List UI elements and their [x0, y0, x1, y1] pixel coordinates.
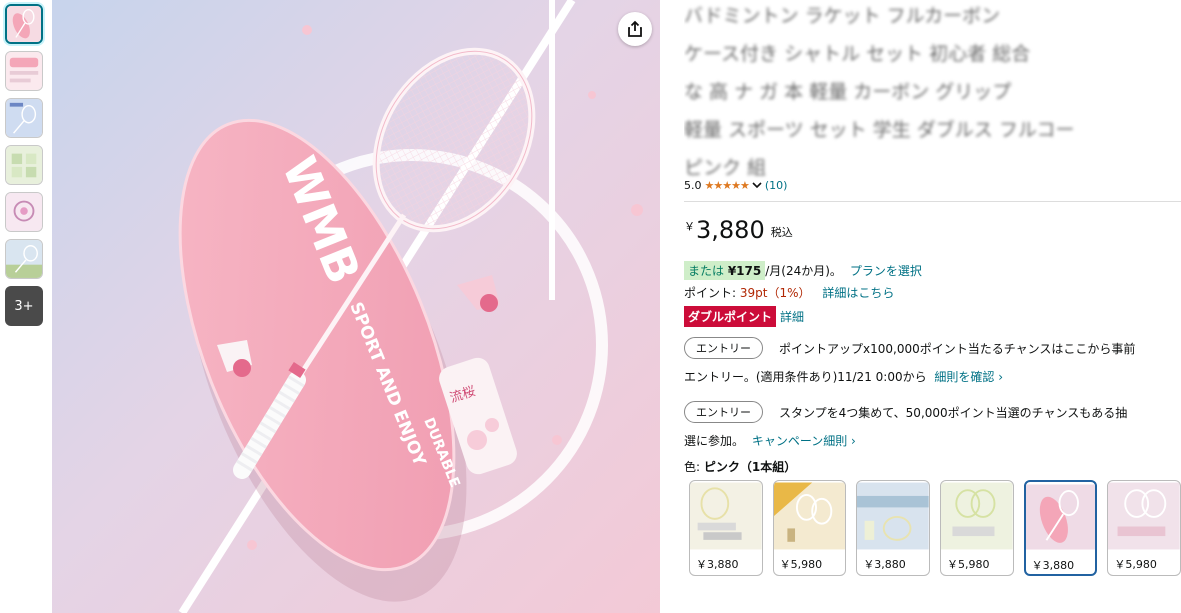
product-photo: WMB SPORT AND ENJOY DURABLE 流桜: [52, 0, 660, 613]
thumbnail-1[interactable]: [5, 4, 43, 44]
main-product-image[interactable]: WMB SPORT AND ENJOY DURABLE 流桜: [52, 0, 660, 613]
thumbnail-list: 3+: [5, 4, 45, 326]
review-count-link[interactable]: (10): [765, 179, 788, 192]
swatch-option-4[interactable]: ￥5,980: [939, 480, 1014, 576]
swatch-price-1: ￥3,880: [696, 558, 739, 571]
swatch-option-3[interactable]: ￥3,880: [856, 480, 930, 576]
title-line-1: バドミントン ラケット フルカーボン: [684, 5, 1001, 27]
swatch-price-2: ￥5,980: [779, 558, 823, 571]
price-row: ￥ 3,880 税込: [684, 216, 1181, 250]
price-amount: 3,880: [696, 216, 765, 244]
divider: [684, 201, 1181, 202]
entry-button-2[interactable]: エントリー: [684, 401, 763, 423]
thumbnail-2[interactable]: [5, 51, 43, 91]
thumbnail-3[interactable]: [5, 98, 43, 138]
points-row: ポイント: 39pt（1%） 詳細はこちら: [684, 284, 1181, 302]
entry-row-1: エントリー ポイントアップx100,000ポイント当たるチャンスはここから事前: [684, 336, 1181, 360]
more-thumbnails-button[interactable]: 3+: [5, 286, 43, 326]
color-label-row: 色: ピンク（1本組）: [684, 458, 1181, 476]
price-currency: ￥: [684, 220, 695, 233]
swatch-option-6[interactable]: ￥5,980: [1107, 480, 1181, 576]
entry-row-2: エントリー スタンプを4つ集めて、50,000ポイント当選のチャンスもある抽: [684, 400, 1181, 424]
double-point-badge: ダブルポイント: [684, 305, 777, 327]
terms-link[interactable]: 細則を確認 ›: [934, 370, 1003, 384]
double-point-detail-link[interactable]: 詳細: [780, 308, 804, 325]
thumbnail-5[interactable]: [5, 192, 43, 232]
entry-text-2: スタンプを4つ集めて、50,000ポイント当選のチャンスもある抽: [779, 405, 1128, 420]
chevron-down-icon[interactable]: [752, 181, 762, 189]
points-value: 39pt（1%）: [739, 286, 811, 300]
entry-button-1[interactable]: エントリー: [684, 337, 763, 359]
more-thumbnails-label: 3+: [14, 298, 34, 314]
rating-score: 5.0: [684, 178, 702, 192]
product-details: バドミントン ラケット フルカーボン ケース付き シャトル セット 初心者 総合…: [684, 0, 1181, 576]
swatch-option-5[interactable]: ￥3,880: [1023, 480, 1098, 576]
thumbnail-6[interactable]: [5, 239, 43, 279]
title-line-5: ピンク 組: [684, 157, 767, 179]
entry-subtext-1: エントリー。(適用条件あり)11/21 0:00から: [684, 370, 927, 384]
title-line-2: ケース付き シャトル セット 初心者 総合: [684, 43, 1031, 65]
share-button[interactable]: [618, 12, 652, 46]
title-line-4: 軽量 スポーツ セット 学生 ダブルス フルコー: [684, 119, 1075, 141]
installment-suffix: /月(24か月)。: [765, 263, 842, 278]
color-swatches: ￥3,880 ￥5,980 ￥3,880 ￥5,980 ￥3,880 ￥5,98…: [689, 480, 1181, 576]
entry-sub-2: 選に参加。 キャンペーン細則 ›: [684, 432, 1181, 450]
title-line-3: な 高 ナ ガ 本 軽量 カーボン グリップ: [684, 81, 1012, 103]
swatch-price-4: ￥5,980: [946, 558, 990, 571]
points-detail-link[interactable]: 詳細はこちら: [822, 286, 894, 300]
select-plan-link[interactable]: プランを選択: [850, 262, 922, 279]
entry-sub-1: エントリー。(適用条件あり)11/21 0:00から 細則を確認 ›: [684, 368, 1181, 386]
color-value: ピンク（1本組）: [703, 460, 797, 474]
swatch-option-2[interactable]: ￥5,980: [772, 480, 847, 576]
campaign-terms-link[interactable]: キャンペーン細則 ›: [752, 434, 856, 448]
thumbnail-4[interactable]: [5, 145, 43, 185]
swatch-option-1[interactable]: ￥3,880: [689, 480, 763, 576]
installment-row: または ¥175 /月(24か月)。 プランを選択: [684, 260, 1181, 280]
entry-subtext-2: 選に参加。: [684, 434, 745, 448]
swatch-price-3: ￥3,880: [863, 558, 906, 571]
installment-prefix: または: [688, 263, 728, 278]
star-rating-icon[interactable]: ★★★★★: [705, 179, 750, 192]
entry-text-1: ポイントアップx100,000ポイント当たるチャンスはここから事前: [779, 341, 1136, 356]
product-title: バドミントン ラケット フルカーボン ケース付き シャトル セット 初心者 総合…: [684, 0, 1181, 180]
tax-included-label: 税込: [770, 226, 793, 239]
installment-amount: ¥175: [727, 263, 762, 278]
installment-highlight: または ¥175: [684, 260, 766, 280]
swatch-price-5: ￥3,880: [1031, 559, 1075, 572]
share-icon: [628, 20, 642, 37]
double-point-row: ダブルポイント 詳細: [684, 305, 1181, 327]
swatch-price-6: ￥5,980: [1114, 558, 1157, 571]
points-label: ポイント:: [684, 286, 740, 300]
color-label: 色:: [684, 460, 704, 474]
